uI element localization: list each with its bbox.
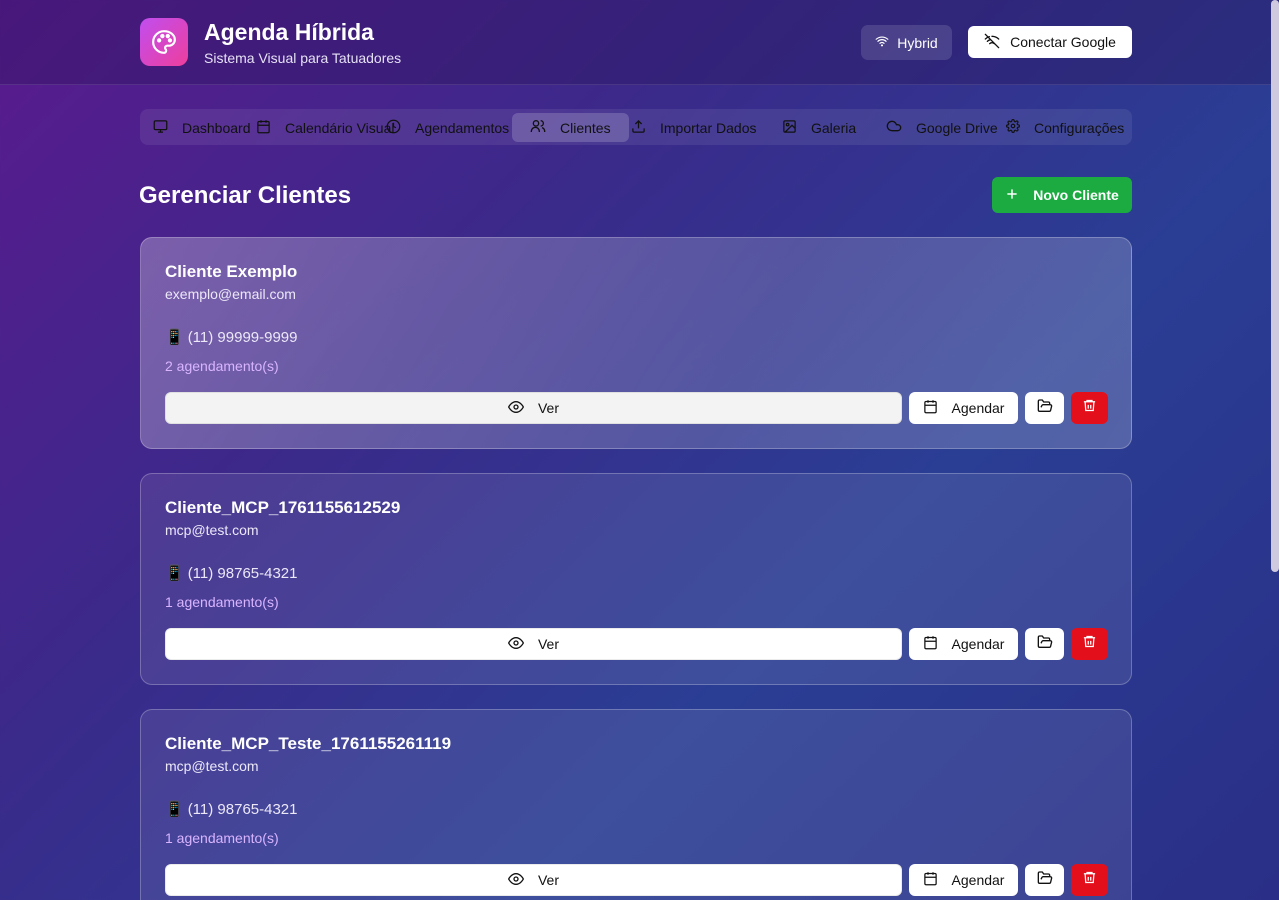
client-card: Cliente Exemplo exemplo@email.com 📱 (11)… — [140, 237, 1132, 449]
tab-clientes[interactable]: Clientes — [512, 113, 629, 142]
wifi-icon — [875, 34, 889, 51]
calendar-icon — [256, 119, 271, 137]
hybrid-mode-button[interactable]: Hybrid — [861, 25, 952, 60]
users-icon — [530, 118, 546, 137]
app-header: Agenda Híbrida Sistema Visual para Tatua… — [0, 0, 1279, 85]
schedule-client-button[interactable]: Agendar — [909, 628, 1018, 660]
view-client-button[interactable]: Ver — [165, 392, 902, 424]
page-title: Gerenciar Clientes — [139, 182, 352, 209]
palette-logo-icon — [140, 18, 188, 66]
tab-label: Importar Dados — [660, 119, 757, 136]
app-title: Agenda Híbrida — [204, 19, 374, 45]
tab-calendario-visual[interactable]: Calendário Visual — [256, 113, 394, 142]
tab-label: Google Drive — [916, 119, 998, 136]
tab-label: Clientes — [560, 119, 611, 136]
cloud-icon — [886, 118, 902, 137]
view-label: Ver — [537, 636, 559, 652]
client-email: mcp@test.com — [165, 522, 259, 538]
trash-icon — [1082, 634, 1097, 654]
client-email: mcp@test.com — [165, 758, 259, 774]
trash-icon — [1082, 398, 1097, 418]
tab-agendamentos[interactable]: Agendamentos — [386, 113, 509, 142]
folder-open-icon — [1037, 870, 1053, 891]
view-client-button[interactable]: Ver — [165, 628, 902, 660]
client-phone-number: (11) 99999-9999 — [187, 328, 298, 346]
open-folder-button[interactable] — [1025, 864, 1064, 896]
schedule-client-button[interactable]: Agendar — [909, 392, 1018, 424]
gear-icon — [1006, 119, 1020, 136]
client-name: Cliente_MCP_Teste_1761155261119 — [165, 734, 452, 753]
client-phone-number: (11) 98765-4321 — [187, 800, 298, 818]
client-appointments-count: 1 agendamento(s) — [165, 594, 279, 610]
view-client-button[interactable]: Ver — [165, 864, 902, 896]
tab-importar-dados[interactable]: Importar Dados — [631, 113, 756, 142]
tab-dashboard[interactable]: Dashboard — [153, 113, 251, 142]
mobile-phone-icon: 📱 — [165, 329, 184, 346]
trash-icon — [1082, 870, 1097, 890]
client-email: exemplo@email.com — [165, 286, 296, 302]
client-name: Cliente Exemplo — [165, 262, 298, 281]
tab-galeria[interactable]: Galeria — [782, 113, 856, 142]
eye-icon — [507, 871, 525, 890]
app-subtitle: Sistema Visual para Tatuadores — [204, 50, 402, 66]
page-scrollbar[interactable] — [1271, 0, 1279, 572]
tab-label: Dashboard — [182, 119, 251, 136]
client-appointments-count: 1 agendamento(s) — [165, 830, 279, 846]
plus-icon — [1005, 187, 1019, 204]
wifi-off-icon — [984, 33, 1000, 52]
monitor-icon — [153, 119, 168, 137]
connect-google-label: Conectar Google — [1010, 34, 1116, 50]
eye-icon — [507, 399, 525, 418]
main-nav-tabs: Dashboard Calendário Visual Agendamentos… — [140, 109, 1132, 145]
new-client-button[interactable]: Novo Cliente — [992, 177, 1132, 213]
calendar-icon — [923, 635, 938, 653]
delete-client-button[interactable] — [1071, 628, 1108, 660]
tab-google-drive[interactable]: Google Drive — [886, 113, 998, 142]
client-phone: 📱 (11) 98765-4321 — [165, 800, 298, 819]
schedule-label: Agendar — [951, 636, 1005, 652]
calendar-icon — [923, 399, 938, 417]
new-client-label: Novo Cliente — [1033, 187, 1119, 203]
upload-icon — [631, 119, 646, 137]
open-folder-button[interactable] — [1025, 392, 1064, 424]
folder-open-icon — [1037, 634, 1053, 655]
open-folder-button[interactable] — [1025, 628, 1064, 660]
schedule-client-button[interactable]: Agendar — [909, 864, 1018, 896]
tab-label: Configurações — [1034, 119, 1125, 136]
mobile-phone-icon: 📱 — [165, 565, 184, 582]
eye-icon — [507, 635, 525, 654]
client-card: Cliente_MCP_Teste_1761155261119 mcp@test… — [140, 709, 1132, 900]
tab-label: Agendamentos — [415, 119, 510, 136]
schedule-label: Agendar — [951, 872, 1005, 888]
tab-configuracoes[interactable]: Configurações — [1006, 113, 1124, 142]
calendar-icon — [923, 871, 938, 889]
client-phone: 📱 (11) 99999-9999 — [165, 328, 298, 347]
folder-open-icon — [1037, 398, 1053, 419]
view-label: Ver — [537, 400, 559, 416]
mode-label: Hybrid — [897, 34, 938, 51]
client-card: Cliente_MCP_1761155612529 mcp@test.com 📱… — [140, 473, 1132, 685]
delete-client-button[interactable] — [1071, 392, 1108, 424]
client-phone: 📱 (11) 98765-4321 — [165, 564, 298, 583]
client-appointments-count: 2 agendamento(s) — [165, 358, 279, 374]
delete-client-button[interactable] — [1071, 864, 1108, 896]
image-icon — [782, 119, 797, 137]
schedule-label: Agendar — [951, 400, 1005, 416]
client-name: Cliente_MCP_1761155612529 — [165, 498, 401, 517]
connect-google-button[interactable]: Conectar Google — [968, 26, 1132, 58]
tab-label: Galeria — [811, 119, 857, 136]
client-phone-number: (11) 98765-4321 — [187, 564, 298, 582]
view-label: Ver — [537, 872, 559, 888]
clock-icon — [386, 119, 401, 137]
mobile-phone-icon: 📱 — [165, 801, 184, 818]
tab-label: Calendário Visual — [285, 119, 395, 136]
